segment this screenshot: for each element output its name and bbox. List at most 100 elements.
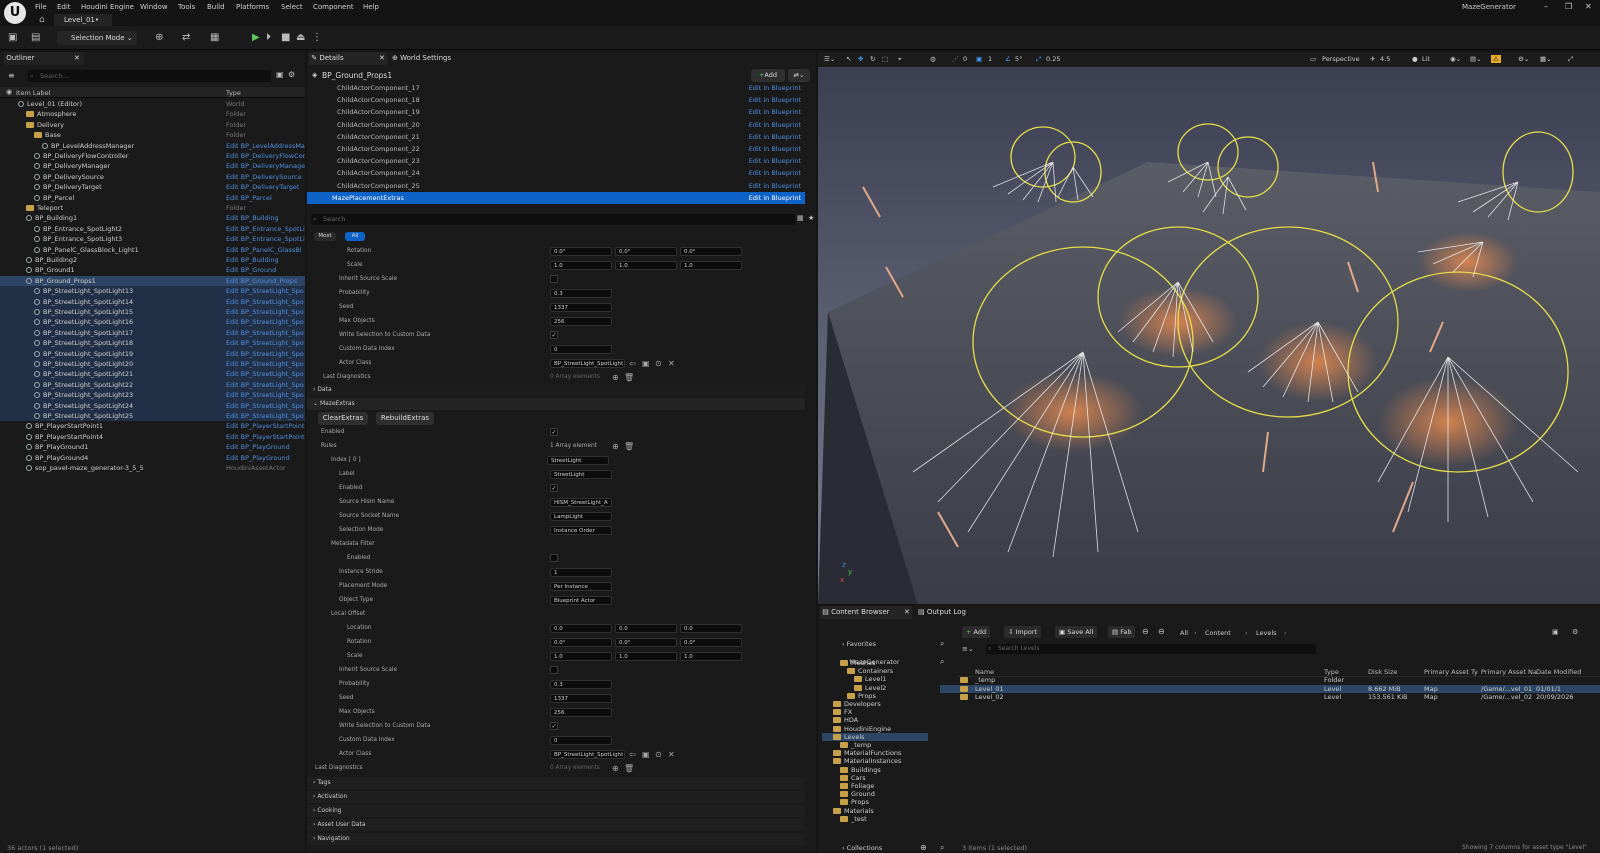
scale-z[interactable]: 1.0 xyxy=(680,260,742,270)
outliner-row[interactable]: BP_DeliveryFlowController Edit BP_Deliver… xyxy=(0,151,305,161)
rotation-z[interactable]: 0.0° xyxy=(680,637,742,647)
scale-snap-value[interactable]: 0.25 xyxy=(1046,55,1060,63)
section-tags[interactable]: › Tags xyxy=(307,777,805,789)
outliner-row-type[interactable]: Edit BP_PanelC_GlassBl xyxy=(226,245,305,255)
edit-in-blueprint-link[interactable]: Edit in Blueprint xyxy=(749,119,801,131)
outliner-row[interactable]: Base Folder xyxy=(0,130,305,140)
rotation-snap-value[interactable]: 5° xyxy=(1015,55,1022,63)
folder-tree-item[interactable]: Meshes xyxy=(822,659,928,667)
inherit-scale-checkbox[interactable] xyxy=(550,666,558,674)
table-view-icon[interactable]: ▦ xyxy=(797,214,804,222)
outliner-search-input[interactable]: ⌕ Search... xyxy=(28,70,271,82)
folder-tree-item[interactable]: Cars xyxy=(822,774,928,782)
placement-mode-dropdown[interactable]: Per Instance xyxy=(550,581,612,591)
outliner-row-type[interactable]: Edit BP_DeliverySource xyxy=(226,172,305,182)
outliner-row-type[interactable]: Edit BP_StreetLight_Spo xyxy=(226,359,305,369)
outliner-row[interactable]: BP_DeliveryManager Edit BP_DeliveryManage xyxy=(0,161,305,171)
settings-icon[interactable]: ⚙ xyxy=(1572,628,1578,636)
eject-icon[interactable]: ⏏ xyxy=(296,32,305,43)
maximize-icon[interactable]: ❐ xyxy=(1565,2,1572,11)
viewport-menu-icon[interactable]: ☰⌄ xyxy=(824,55,835,63)
actor-class-dropdown[interactable]: BP_StreetLight_SpotLight xyxy=(550,749,625,759)
viewport-settings-icon[interactable]: ⚙⌄ xyxy=(1518,55,1529,63)
component-row[interactable]: ChildActorComponent_18 Edit in Blueprint xyxy=(307,94,805,106)
col-primary-asset-type[interactable]: Primary Asset Ty xyxy=(1424,668,1478,676)
outliner-row-type[interactable]: Edit BP_PlayerStartPoint xyxy=(226,432,305,442)
outliner-row[interactable]: BP_Building2 Edit BP_Building xyxy=(0,255,305,265)
folder-tree-item[interactable]: Developers xyxy=(822,700,928,708)
outliner-row-type[interactable]: Edit BP_StreetLight_Spo xyxy=(226,411,305,421)
actor-class-dropdown[interactable]: BP_StreetLight_SpotLight xyxy=(550,358,625,368)
selection-mode-dropdown[interactable]: Instance Order xyxy=(550,525,612,535)
rule-label-field[interactable]: StreetLight xyxy=(550,469,612,479)
outliner-row-type[interactable]: Edit BP_StreetLight_Spo xyxy=(226,297,305,307)
outliner-row[interactable]: BP_LevelAddressManager Edit BP_LevelAddre… xyxy=(0,141,305,151)
outliner-row-type[interactable]: Edit BP_StreetLight_Spo xyxy=(226,380,305,390)
col-date-modified[interactable]: Date Modified xyxy=(1536,668,1581,676)
search-icon[interactable]: ⌕ xyxy=(940,657,944,667)
col-disk-size[interactable]: Disk Size xyxy=(1368,668,1397,676)
outliner-row-type[interactable]: Edit BP_StreetLight_Spo xyxy=(226,317,305,327)
rotation-y[interactable]: 0.0° xyxy=(615,637,677,647)
outliner-row-type[interactable]: Edit BP_Entrance_SpotLi xyxy=(226,234,305,244)
path-content[interactable]: Content xyxy=(1205,629,1231,637)
scale-snap-icon[interactable]: ⤢ xyxy=(1036,55,1041,64)
outliner-row[interactable]: BP_PlayerStartPoint1 Edit BP_PlayerStartP… xyxy=(0,421,305,431)
metadata-enabled-checkbox[interactable] xyxy=(550,554,558,562)
outliner-row[interactable]: BP_PlayGround1 Edit BP_PlayGround xyxy=(0,442,305,452)
outliner-row-type[interactable]: Edit BP_StreetLight_Spo xyxy=(226,307,305,317)
edit-in-blueprint-link[interactable]: Edit in Blueprint xyxy=(749,192,801,204)
folder-tree-item[interactable]: FX xyxy=(822,708,928,716)
outliner-row-type[interactable]: Edit BP_Parcel xyxy=(226,193,305,203)
maze-enabled-checkbox[interactable]: ✓ xyxy=(550,428,558,436)
history-back-icon[interactable]: ⊖ xyxy=(1142,627,1149,636)
outliner-row[interactable]: BP_StreetLight_SpotLight16 Edit BP_Street… xyxy=(0,317,305,328)
component-row[interactable]: ChildActorComponent_23 Edit in Blueprint xyxy=(307,155,805,167)
instance-stride-field[interactable]: 1 xyxy=(550,567,612,577)
level-tab[interactable]: Level_01• xyxy=(54,14,112,26)
history-forward-icon[interactable]: ⊖ xyxy=(1158,627,1165,636)
outliner-row-type[interactable]: Edit BP_PlayerStartPoint xyxy=(226,421,305,431)
outliner-row[interactable]: BP_StreetLight_SpotLight22 Edit BP_Street… xyxy=(0,379,305,391)
outliner-row[interactable]: BP_Building1 Edit BP_Building xyxy=(0,213,305,223)
use-selected-icon[interactable]: ⊙ xyxy=(655,358,662,370)
section-data[interactable]: › Data xyxy=(307,384,805,396)
perspective-dropdown[interactable]: Perspective xyxy=(1322,55,1360,63)
add-folder-icon[interactable]: ▣ xyxy=(276,70,284,79)
translate-icon[interactable]: ✥ xyxy=(858,55,863,63)
play-icon[interactable]: ▶ xyxy=(252,32,260,43)
folder-tree-item[interactable]: HDA xyxy=(822,716,928,724)
clear-icon[interactable]: ✕ xyxy=(668,358,675,370)
outliner-row-type[interactable]: Edit BP_Building xyxy=(226,213,305,223)
component-row-selected[interactable]: MazePlacementExtras Edit in Blueprint xyxy=(307,191,805,204)
inherit-scale-checkbox[interactable] xyxy=(550,275,558,283)
outliner-row-type[interactable]: Edit BP_DeliveryTarget xyxy=(226,182,305,192)
outliner-row[interactable]: Teleport Folder xyxy=(0,203,305,213)
scalability-icon[interactable]: ▤⌄ xyxy=(1470,55,1482,63)
favorites-header[interactable]: › Favorites xyxy=(842,640,876,648)
rebuild-extras-button[interactable]: RebuildExtras xyxy=(376,412,434,425)
folder-icon[interactable]: ▣ xyxy=(642,749,650,761)
component-row[interactable]: ChildActorComponent_25 Edit in Blueprint xyxy=(307,180,805,192)
edit-in-blueprint-link[interactable]: Edit in Blueprint xyxy=(749,143,801,155)
collections-header[interactable]: › Collections xyxy=(842,844,882,852)
rule-enabled-checkbox[interactable]: ✓ xyxy=(550,484,558,492)
filter-icon[interactable]: ≡ xyxy=(8,71,15,80)
outliner-row-type[interactable]: Edit BP_StreetLight_Spo xyxy=(226,390,305,400)
section-maze-extras[interactable]: ⌄ MazeExtras xyxy=(307,398,805,410)
menu-select[interactable]: Select xyxy=(281,3,303,11)
location-z[interactable]: 0.0 xyxy=(680,623,742,633)
folder-tree-item[interactable]: Materials xyxy=(822,807,928,815)
edit-in-blueprint-link[interactable]: Edit in Blueprint xyxy=(749,82,801,94)
menu-houdini-engine[interactable]: Houdini Engine xyxy=(81,3,134,11)
browse-icon[interactable]: ⇦ xyxy=(629,358,636,370)
component-row[interactable]: ChildActorComponent_21 Edit in Blueprint xyxy=(307,131,805,143)
outliner-row[interactable]: BP_StreetLight_SpotLight24 Edit BP_Street… xyxy=(0,400,305,411)
scale-y[interactable]: 1.0 xyxy=(615,651,677,661)
selection-mode-dropdown[interactable]: Selection Mode ⌄ xyxy=(57,31,137,45)
add-element-icon[interactable]: ⊕ xyxy=(612,372,619,384)
outliner-row-type[interactable]: Edit BP_Building xyxy=(226,255,305,265)
outliner-row-type[interactable]: Edit BP_DeliveryFlowCon xyxy=(226,151,305,161)
more-icon[interactable]: ⋮ xyxy=(312,32,322,43)
camera-speed-icon[interactable]: ✈ xyxy=(1370,55,1375,63)
